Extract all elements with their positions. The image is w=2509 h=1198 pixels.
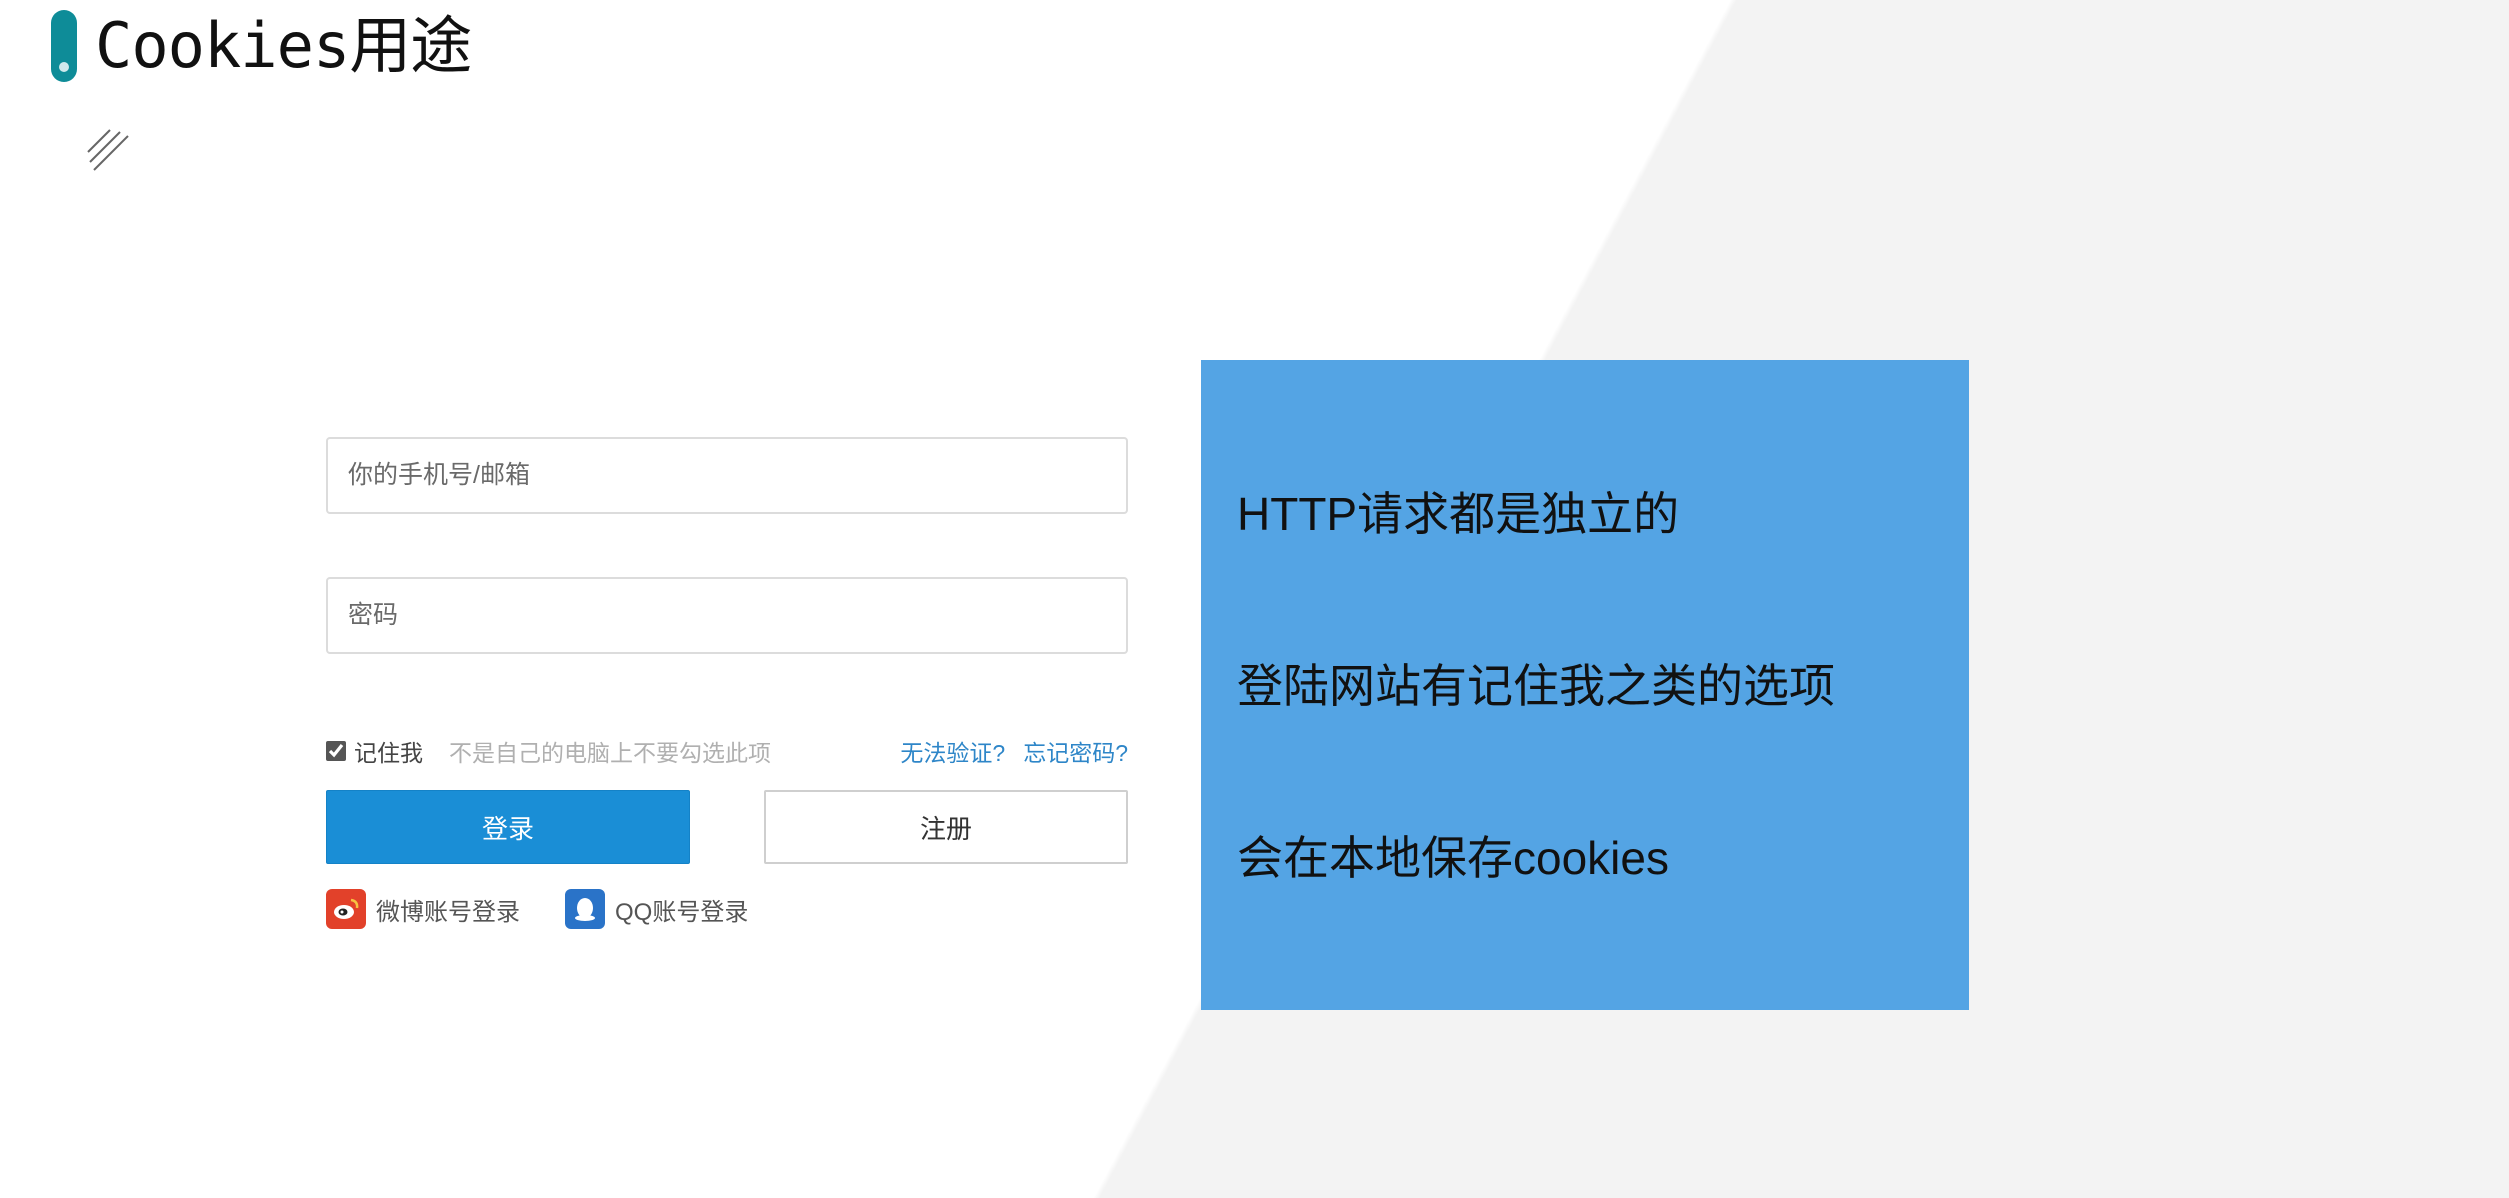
remember-hint-text: 不是自己的电脑上不要勾选此项: [449, 740, 771, 766]
remember-me-label[interactable]: 记住我: [354, 734, 423, 768]
info-panel: HTTP请求都是独立的 登陆网站有记住我之类的选项 会在本地保存cookies: [1201, 360, 1969, 1010]
info-line: 登陆网站有记住我之类的选项: [1237, 660, 1835, 712]
cannot-verify-link[interactable]: 无法验证?: [900, 734, 1005, 768]
phone-email-input[interactable]: [326, 437, 1128, 514]
qq-login-link[interactable]: QQ账号登录: [565, 889, 748, 929]
remember-row: 记住我 不是自己的电脑上不要勾选此项 无法验证? 忘记密码?: [326, 734, 1128, 768]
qq-icon: [565, 889, 605, 929]
weibo-login-link[interactable]: 微博账号登录: [326, 889, 520, 929]
weibo-login-label: 微博账号登录: [376, 898, 520, 926]
pill-marker-icon: [51, 10, 77, 82]
slide-title: Cookies用途: [51, 9, 472, 82]
weibo-icon: [326, 889, 366, 929]
info-line: HTTP请求都是独立的: [1237, 488, 1680, 540]
slide-title-text: Cookies用途: [95, 9, 472, 82]
qq-login-label: QQ账号登录: [615, 898, 749, 926]
social-login-row: 微博账号登录 QQ账号登录: [326, 888, 748, 930]
password-input[interactable]: [326, 577, 1128, 654]
register-button[interactable]: 注册: [764, 790, 1128, 864]
help-links: 无法验证? 忘记密码?: [900, 734, 1128, 768]
diagonal-hatch-icon: [87, 129, 129, 171]
remember-me-checkbox[interactable]: [326, 741, 346, 761]
forgot-password-link[interactable]: 忘记密码?: [1023, 734, 1128, 768]
login-button[interactable]: 登录: [326, 790, 690, 864]
info-line: 会在本地保存cookies: [1237, 832, 1669, 884]
